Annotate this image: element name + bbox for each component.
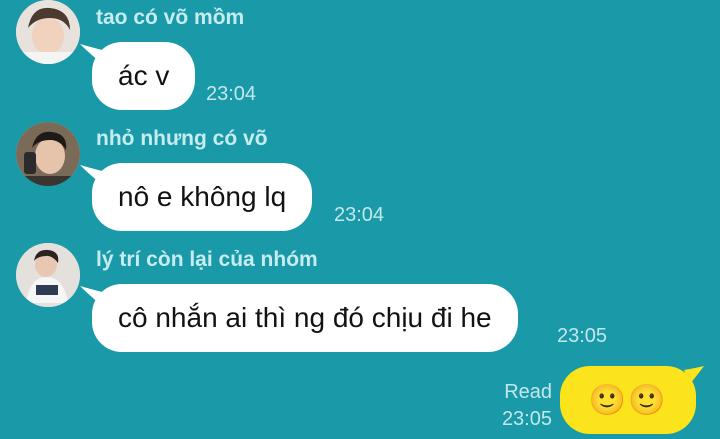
bubble-tail-icon: [684, 366, 704, 384]
message-bubble[interactable]: cô nhắn ai thì ng đó chịu đi he: [80, 284, 518, 352]
message-time: 23:04: [334, 204, 385, 226]
message-text: nô e không lq: [118, 181, 287, 212]
sender-name: tao có võ mồm: [96, 6, 245, 29]
message-bubble[interactable]: ác v: [80, 42, 196, 110]
outgoing-message-bubble[interactable]: 🙂🙂: [560, 366, 704, 434]
avatar[interactable]: [16, 122, 80, 186]
avatar[interactable]: [16, 243, 80, 307]
message-time: 23:05: [557, 325, 608, 347]
message-text: ác v: [118, 60, 170, 91]
message-bubble[interactable]: nô e không lq: [80, 163, 313, 231]
emoji-content: 🙂🙂: [588, 382, 668, 418]
bubble-tail-icon: [80, 286, 110, 312]
avatar[interactable]: [16, 0, 80, 64]
sender-name: nhỏ nhưng có võ: [96, 127, 268, 150]
bubble-tail-icon: [80, 165, 110, 191]
bubble-tail-icon: [80, 44, 110, 70]
message-time: 23:05: [501, 408, 552, 430]
message-text: cô nhắn ai thì ng đó chịu đi he: [118, 302, 492, 333]
read-status: Read: [504, 381, 552, 403]
sender-name: lý trí còn lại của nhóm: [96, 248, 318, 271]
message-time: 23:04: [206, 83, 257, 105]
